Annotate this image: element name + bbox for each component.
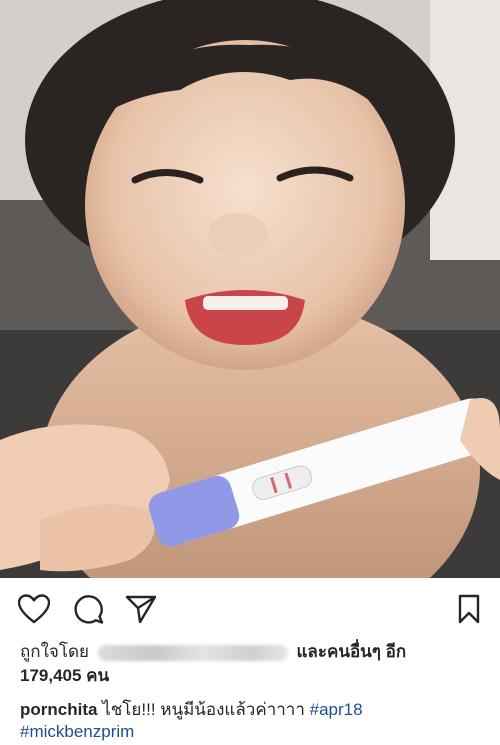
hashtag-mickbenzprim[interactable]: #mickbenzprim xyxy=(20,722,134,741)
caption-text: ไชโย!!! หนูมีน้องแล้วค่าาาา xyxy=(102,700,305,719)
post-caption: pornchita ไชโย!!! หนูมีน้องแล้วค่าาาา #a… xyxy=(20,699,490,743)
comment-icon[interactable] xyxy=(71,592,105,626)
heart-icon[interactable] xyxy=(17,592,51,626)
post-action-bar xyxy=(0,578,500,634)
likes-prefix: ถูกใจโดย xyxy=(20,642,89,661)
send-icon[interactable] xyxy=(124,592,158,626)
and-others-link[interactable]: และคนอื่นๆ xyxy=(296,642,380,661)
toddler-photo-illustration xyxy=(0,0,500,578)
blurred-usernames xyxy=(97,644,288,661)
likes-summary: ถูกใจโดย และคนอื่นๆ อีก 179,405 คน xyxy=(20,640,490,688)
bookmark-icon[interactable] xyxy=(452,592,486,626)
caption-username[interactable]: pornchita xyxy=(20,700,97,719)
likes-count[interactable]: 179,405 คน xyxy=(20,666,109,685)
hashtag-apr18[interactable]: #apr18 xyxy=(310,700,363,719)
likes-more: อีก xyxy=(385,642,407,661)
post-photo[interactable] xyxy=(0,0,500,578)
